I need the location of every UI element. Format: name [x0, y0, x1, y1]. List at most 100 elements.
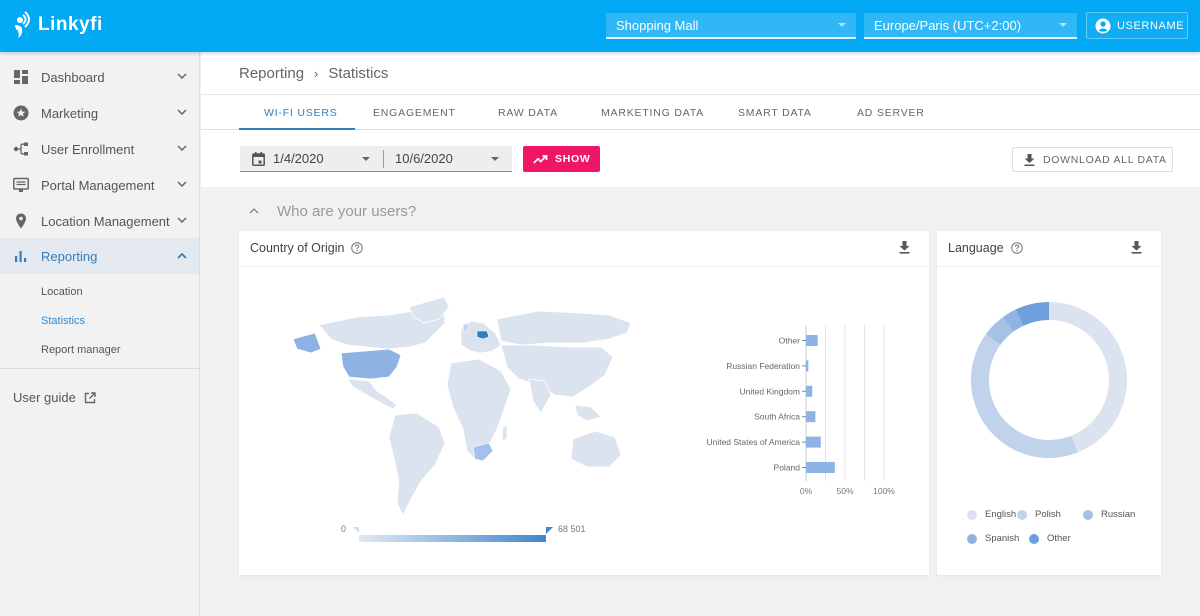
country-bar-chart: Other Russian Federation United Kingdom Sou…: [706, 325, 895, 496]
download-icon[interactable]: [1131, 241, 1142, 254]
bar-category-label: United States of America: [706, 437, 800, 447]
brand-logo[interactable]: Linkyfi: [12, 11, 103, 39]
bar-category-label: South Africa: [754, 412, 800, 422]
sidebar-subitem-statistics[interactable]: Statistics: [41, 315, 85, 327]
section-toggle[interactable]: Who are your users?: [249, 203, 417, 220]
monitor-icon: [13, 177, 29, 192]
legend-label: Polish: [1035, 509, 1061, 520]
sidebar-item-reporting[interactable]: Reporting: [0, 238, 199, 274]
report-tabs: WI-FI USERS ENGAGEMENT RAW DATA MARKETIN…: [201, 94, 1200, 130]
bar-category-label: Russian Federation: [726, 361, 800, 371]
sidebar-subitem-report-manager[interactable]: Report manager: [41, 344, 121, 356]
tab-raw-data[interactable]: RAW DATA: [498, 107, 558, 119]
breadcrumb-statistics: Statistics: [328, 65, 389, 82]
account-circle-icon: [1095, 18, 1111, 33]
donut-slice-english[interactable]: [1049, 302, 1127, 453]
sidebar-item-marketing[interactable]: Marketing: [0, 95, 199, 131]
breadcrumb-reporting[interactable]: Reporting: [239, 65, 304, 82]
bar-category-label: United Kingdom: [740, 386, 800, 396]
chevron-down-icon: [177, 217, 187, 224]
star-badge-icon: [13, 105, 29, 121]
top-bar: Linkyfi Shopping Mall Europe/Paris (UTC+…: [0, 0, 1200, 52]
tab-marketing-data[interactable]: MARKETING DATA: [601, 107, 704, 119]
tab-engagement[interactable]: ENGAGEMENT: [373, 107, 456, 119]
external-link-icon: [84, 391, 96, 403]
legend-label: Russian: [1101, 509, 1136, 520]
user-guide-label: User guide: [13, 390, 76, 405]
help-icon[interactable]: [351, 242, 364, 254]
legend-item-other[interactable]: Other: [1029, 533, 1071, 544]
scale-min-marker-icon: [353, 527, 359, 533]
sidebar-subitem-location[interactable]: Location: [41, 286, 83, 298]
tab-wifi-users[interactable]: WI-FI USERS: [264, 107, 338, 119]
bar[interactable]: [806, 436, 821, 448]
dropdown-caret-icon: [491, 157, 499, 161]
language-donut-chart: [971, 302, 1127, 458]
sidebar-item-label: Dashboard: [41, 70, 105, 85]
legend-item-russian[interactable]: Russian: [1083, 509, 1135, 520]
chevron-down-icon: [177, 73, 187, 80]
scale-max-marker-icon: [546, 527, 553, 534]
tab-ad-server[interactable]: AD SERVER: [857, 107, 925, 119]
legend-label: Spanish: [985, 533, 1020, 544]
legend-item-spanish[interactable]: Spanish: [967, 533, 1019, 544]
sidebar-item-portal-management[interactable]: Portal Management: [0, 167, 199, 203]
map-region-poland: [476, 330, 490, 340]
breadcrumb-separator-icon: ›: [314, 66, 319, 81]
scale-max-label: 68 501: [558, 524, 586, 534]
chevron-down-icon: [177, 109, 187, 116]
x-tick-label: 50%: [836, 486, 853, 496]
language-card: Language English Polish Russian Spanish Othe…: [937, 231, 1161, 575]
download-icon[interactable]: [899, 241, 910, 254]
card-title: Country of Origin: [250, 241, 364, 255]
user-guide-link[interactable]: User guide: [13, 390, 96, 405]
legend-label: English: [985, 509, 1017, 520]
sidebar-item-label: Portal Management: [41, 178, 155, 193]
bar[interactable]: [806, 411, 816, 423]
legend-dot-icon: [1083, 509, 1093, 520]
legend-dot-icon: [967, 509, 977, 520]
bar[interactable]: [806, 385, 813, 397]
download-all-data-button[interactable]: DOWNLOAD ALL DATA: [1012, 147, 1173, 172]
x-tick-label: 100%: [873, 486, 895, 496]
scale-gradient-bar: [359, 535, 546, 542]
venue-select[interactable]: Shopping Mall: [606, 13, 856, 39]
legend-item-english[interactable]: English: [967, 509, 1016, 520]
map-region-se-asia: [574, 404, 602, 422]
section-title: Who are your users?: [277, 203, 417, 220]
dashboard-icon: [14, 70, 28, 84]
world-map: [292, 296, 632, 516]
sidebar-item-user-enrollment[interactable]: User Enrollment: [0, 131, 199, 167]
chevron-down-icon: [177, 145, 187, 152]
legend-item-polish[interactable]: Polish: [1017, 509, 1061, 520]
country-of-origin-card: Country of Origin Other Russian Federati…: [239, 231, 929, 575]
scale-min-label: 0: [341, 524, 346, 534]
venue-select-value: Shopping Mall: [616, 18, 699, 33]
timezone-select[interactable]: Europe/Paris (UTC+2:00): [864, 13, 1077, 39]
date-from-picker[interactable]: 1/4/2020: [240, 146, 383, 172]
download-icon: [1024, 153, 1035, 166]
dropdown-caret-icon: [1059, 23, 1067, 27]
map-region-mexico: [346, 378, 398, 410]
legend-dot-icon: [1029, 533, 1039, 544]
map-region-asia: [500, 344, 614, 398]
help-icon[interactable]: [1010, 242, 1023, 254]
timezone-select-value: Europe/Paris (UTC+2:00): [874, 18, 1022, 33]
tab-smart-data[interactable]: SMART DATA: [738, 107, 812, 119]
bar[interactable]: [806, 462, 835, 473]
donut-slice-polish[interactable]: [971, 334, 1078, 458]
sidebar-item-dashboard[interactable]: Dashboard: [0, 59, 199, 95]
sidebar-item-label: Location Management: [41, 214, 170, 229]
calendar-icon: [252, 152, 265, 166]
sidebar-item-location-management[interactable]: Location Management: [0, 203, 199, 239]
bar[interactable]: [806, 360, 809, 372]
breadcrumb: Reporting › Statistics: [239, 65, 388, 82]
card-header: Country of Origin: [239, 231, 929, 267]
bar[interactable]: [806, 335, 818, 346]
legend-dot-icon: [967, 533, 977, 544]
date-to-picker[interactable]: 10/6/2020: [383, 146, 512, 172]
sidebar: Dashboard Marketing User Enrollment Port…: [0, 52, 200, 616]
user-menu-button[interactable]: USERNAME: [1086, 12, 1188, 39]
show-button[interactable]: SHOW: [523, 146, 600, 172]
dropdown-caret-icon: [838, 23, 846, 27]
